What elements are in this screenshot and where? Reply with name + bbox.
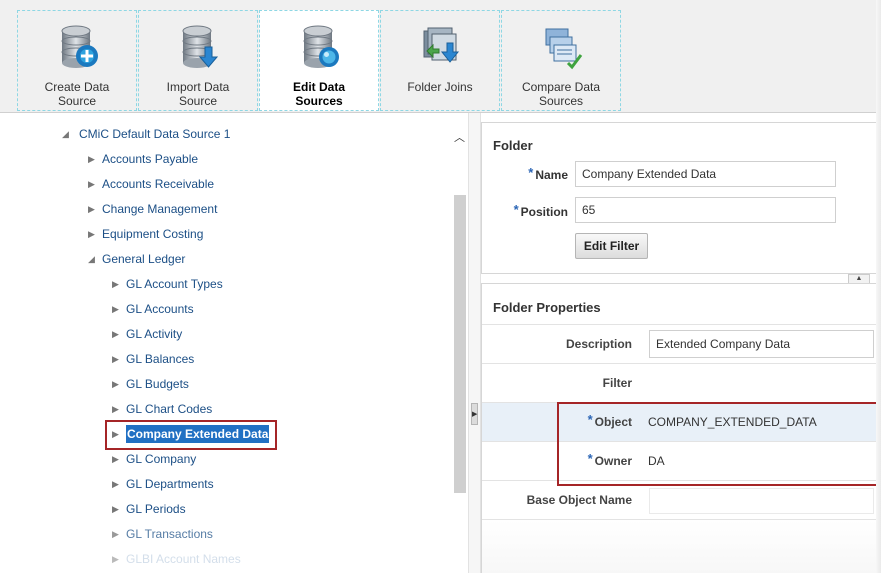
tree-root-label[interactable]: CMiC Default Data Source 1 (79, 125, 230, 143)
position-input[interactable]: 65 (575, 197, 836, 223)
tree-node-label[interactable]: GLBI Account Names (126, 550, 241, 568)
scroll-thumb[interactable] (454, 195, 466, 493)
expand-triangle-icon[interactable]: ▶ (88, 175, 98, 193)
position-label: * Position (513, 202, 568, 219)
tree-node-label[interactable]: Equipment Costing (102, 225, 203, 243)
expand-triangle-icon[interactable]: ▶ (112, 325, 122, 343)
create-data-source-label: Create Data Source (44, 80, 110, 108)
base-object-input[interactable] (649, 488, 874, 514)
folder-properties-title: Folder Properties (493, 300, 601, 315)
folder-joins-icon (423, 27, 460, 63)
expand-triangle-icon[interactable]: ▶ (112, 500, 122, 518)
panel-splitter[interactable]: ▶ (468, 113, 481, 573)
filter-row: Filter (482, 363, 881, 402)
name-input[interactable]: Company Extended Data (575, 161, 836, 187)
expand-triangle-icon[interactable]: ▶ (88, 150, 98, 168)
expand-triangle-icon[interactable]: ▶ (112, 475, 122, 493)
tree-node-label[interactable]: Accounts Payable (102, 150, 198, 168)
edit-filter-button[interactable]: Edit Filter (575, 233, 648, 259)
description-input[interactable]: Extended Company Data (649, 330, 874, 358)
expand-triangle-icon[interactable]: ▶ (88, 225, 98, 243)
splitter-expand-icon[interactable]: ▶ (471, 403, 478, 425)
collapse-triangle-icon[interactable]: ◢ (88, 250, 98, 268)
required-marker: * (528, 165, 534, 180)
tree-node-label[interactable]: GL Account Types (126, 275, 223, 293)
expand-triangle-icon[interactable]: ▶ (112, 375, 122, 393)
description-label: Description (565, 337, 632, 351)
compare-data-sources-button[interactable]: Compare Data Sources (501, 10, 621, 111)
edit-data-sources-button[interactable]: Edit Data Sources (259, 10, 379, 111)
expand-triangle-icon[interactable]: ▶ (112, 550, 122, 568)
expand-triangle-icon[interactable]: ▶ (112, 300, 122, 318)
compare-data-sources-label: Compare Data Sources (521, 80, 601, 108)
filter-label: Filter (602, 376, 632, 390)
tree-node-label[interactable]: GL Budgets (126, 375, 189, 393)
compare-data-sources-icon (545, 28, 583, 70)
description-row: Description Extended Company Data (482, 324, 881, 363)
properties-footer (482, 519, 881, 573)
required-marker: * (513, 202, 519, 217)
expand-triangle-icon[interactable]: ▶ (88, 200, 98, 218)
tree-node-label[interactable]: GL Transactions (126, 525, 213, 543)
collapse-triangle-icon[interactable]: ◢ (62, 125, 72, 143)
import-data-source-button[interactable]: Import Data Source (138, 10, 258, 111)
edit-data-sources-label: Edit Data Sources (292, 80, 345, 108)
tree-node-label[interactable]: GL Activity (126, 325, 182, 343)
tree-node-label[interactable]: GL Periods (126, 500, 186, 518)
name-label: * Name (528, 165, 568, 182)
edit-data-sources-icon (303, 25, 339, 68)
create-data-source-icon (61, 25, 98, 68)
tree-node-label[interactable]: General Ledger (102, 250, 185, 268)
tree-node-label[interactable]: GL Company (126, 450, 196, 468)
expand-triangle-icon[interactable]: ▶ (112, 350, 122, 368)
expand-triangle-icon[interactable]: ▶ (112, 275, 122, 293)
expand-triangle-icon[interactable]: ▶ (112, 400, 122, 418)
tree-node-label[interactable]: GL Chart Codes (126, 400, 212, 418)
object-owner-highlight-box (557, 402, 878, 486)
tree-node-label[interactable]: GL Departments (126, 475, 214, 493)
expand-triangle-icon[interactable]: ▶ (112, 450, 122, 468)
tree-node-label[interactable]: GL Accounts (126, 300, 194, 318)
import-data-source-label: Import Data Source (166, 80, 230, 108)
scroll-up-icon[interactable]: ︿ (452, 131, 467, 145)
folder-title: Folder (493, 138, 533, 153)
toolbar: Create Data Source Import Data Source Ed… (0, 0, 881, 113)
tree-node-label[interactable]: Accounts Receivable (102, 175, 214, 193)
expand-triangle-icon[interactable]: ▶ (112, 525, 122, 543)
page-edge (876, 0, 881, 573)
base-object-label: Base Object Name (526, 493, 632, 507)
folder-joins-label: Folder Joins (407, 80, 473, 94)
selected-node-highlight-box (105, 420, 277, 450)
folder-joins-button[interactable]: Folder Joins (380, 10, 500, 111)
tree-scrollbar[interactable]: ︿ (452, 123, 467, 573)
tree-node-label[interactable]: Change Management (102, 200, 217, 218)
import-data-source-icon (182, 25, 219, 68)
tree-node-label[interactable]: GL Balances (126, 350, 194, 368)
data-source-tree: ◢ CMiC Default Data Source 1 ▶ Accounts … (0, 113, 468, 573)
create-data-source-button[interactable]: Create Data Source (17, 10, 137, 111)
